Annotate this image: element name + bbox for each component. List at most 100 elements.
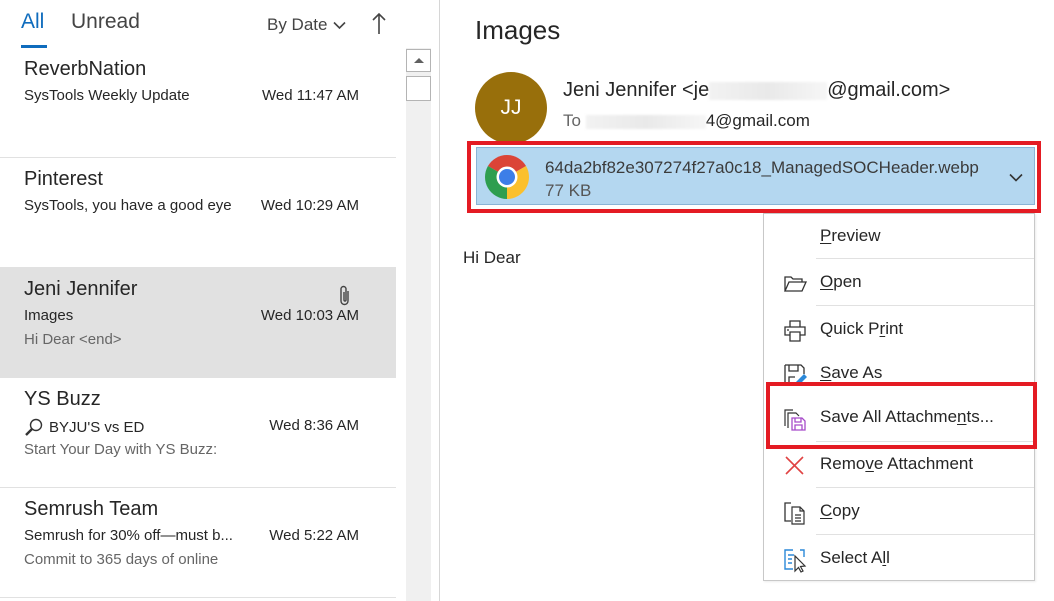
menu-label-part: review [831, 226, 881, 245]
to-label: To [563, 111, 581, 130]
message-subject: BYJU'S vs ED [24, 417, 144, 437]
recipient-domain[interactable]: 4@gmail.com [706, 111, 810, 130]
message-time: Wed 5:22 AM [269, 527, 359, 544]
redacted-text [709, 81, 828, 100]
menu-item-label: Save All Attachments... [820, 407, 994, 427]
menu-label-part: e Attachment [873, 454, 974, 473]
message-item[interactable]: ReverbNation SysTools Weekly Update Wed … [0, 48, 396, 158]
menu-label-part: ave As [831, 363, 883, 382]
menu-item-save-all-attachments[interactable]: Save All Attachments... [764, 395, 1034, 441]
sender-domain: @gmail.com> [827, 79, 951, 101]
arrow-up-icon[interactable] [371, 12, 387, 36]
message-subject-text: BYJU'S vs ED [49, 418, 145, 436]
tab-unread[interactable]: Unread [71, 10, 140, 34]
paperclip-icon [340, 285, 349, 306]
menu-label-part: int [885, 319, 904, 338]
sender-avatar[interactable]: JJ [475, 72, 547, 144]
sender-address[interactable]: Jeni Jennifer <je @gmail.com> [563, 79, 950, 102]
message-list-pane: All Unread By Date ReverbNation SysTools… [0, 0, 405, 601]
scroll-thumb[interactable] [406, 76, 431, 101]
menu-item-label: Select All [820, 548, 890, 568]
menu-label-part: n [957, 407, 967, 426]
message-list-scrollbar[interactable] [406, 48, 431, 601]
menu-separator [816, 258, 1034, 259]
chevron-down-icon [333, 21, 347, 29]
sort-label: By Date [267, 15, 328, 34]
attachment-card[interactable]: 64da2bf82e307274f27a0c18_ManagedSOCHeade… [476, 147, 1035, 205]
menu-item-remove-attachment[interactable]: Remove Attachment [764, 442, 1034, 488]
message-item[interactable]: Semrush Team Semrush for 30% off—must b.… [0, 488, 396, 598]
sender-name: Jeni Jennifer <je [563, 79, 710, 101]
message-sender: ReverbNation [24, 58, 147, 80]
menu-label-part: v [865, 454, 874, 473]
save-all-icon [784, 409, 806, 431]
message-sender: Jeni Jennifer [24, 278, 138, 300]
chrome-icon [485, 155, 529, 199]
chevron-down-icon[interactable] [1009, 173, 1023, 182]
menu-item-copy[interactable]: Copy [764, 489, 1034, 535]
message-subject-text: Images [24, 307, 74, 324]
menu-label-part: pen [833, 272, 862, 291]
menu-item-preview[interactable]: Preview [764, 214, 1034, 260]
menu-item-label: Preview [820, 226, 880, 246]
menu-item-label: Copy [820, 501, 860, 521]
email-subject: Images [475, 15, 561, 45]
menu-item-label: Remove Attachment [820, 454, 973, 474]
attachment-size: 77 KB [545, 181, 592, 200]
menu-label-part: O [820, 272, 834, 291]
menu-label-part: P [820, 226, 832, 245]
select-all-icon [784, 549, 807, 573]
message-preview: Commit to 365 days of online [24, 551, 219, 568]
message-preview: Start Your Day with YS Buzz: [24, 441, 218, 458]
remove-icon [785, 456, 804, 475]
menu-separator [816, 534, 1034, 535]
menu-label-part: S [820, 363, 832, 382]
menu-item-label: Open [820, 272, 862, 292]
copy-icon [784, 502, 805, 525]
menu-separator [816, 305, 1034, 306]
email-body: Hi Dear [463, 248, 521, 267]
message-item[interactable]: YS Buzz BYJU'S vs ED Wed 8:36 AM Start Y… [0, 378, 396, 488]
filter-bar: All Unread By Date [0, 0, 405, 50]
menu-item-quick-print[interactable]: Quick Print [764, 307, 1034, 353]
message-subject: SysTools, you have a good eye [24, 197, 232, 214]
message-preview: Hi Dear <end> [24, 331, 122, 348]
message-sender: Pinterest [24, 168, 103, 190]
recipient-line: To 4@gmail.com [563, 111, 810, 131]
message-item[interactable]: Pinterest SysTools, you have a good eye … [0, 158, 396, 268]
message-time: Wed 10:03 AM [260, 307, 359, 324]
message-subject-text: SysTools, you have a good eye [24, 197, 232, 214]
tab-all[interactable]: All [21, 10, 44, 34]
menu-item-select-all[interactable]: Select All [764, 536, 1034, 582]
sort-by-date-button[interactable]: By Date [267, 15, 347, 35]
redacted-text [585, 114, 706, 129]
menu-label-part: l [886, 548, 890, 567]
message-subject: SysTools Weekly Update [24, 87, 190, 104]
menu-label-part: ts... [966, 407, 994, 426]
menu-label-part: Remo [820, 454, 866, 473]
attachment-context-menu: Preview Open Quick Print Save As Save Al… [763, 213, 1035, 581]
magnifier-icon [25, 418, 43, 436]
message-time: Wed 8:36 AM [269, 417, 359, 434]
message-item-selected[interactable]: Jeni Jennifer Images Wed 10:03 AM Hi Dea… [0, 268, 396, 378]
menu-item-open[interactable]: Open [764, 260, 1034, 306]
printer-icon [784, 320, 806, 342]
menu-item-save-as[interactable]: Save As [764, 351, 1034, 397]
message-time: Wed 11:47 AM [261, 87, 359, 104]
attachment-filename: 64da2bf82e307274f27a0c18_ManagedSOCHeade… [545, 158, 979, 177]
menu-item-label: Save As [820, 363, 882, 383]
menu-label-part: Quick P [820, 319, 880, 338]
message-subject-text: Semrush for 30% off—must b... [24, 527, 233, 544]
message-subject: Images [24, 307, 73, 324]
menu-label-part: Save All Attachme [820, 407, 958, 426]
message-time: Wed 10:29 AM [260, 197, 359, 214]
message-subject-text: SysTools Weekly Update [24, 87, 190, 104]
menu-separator [816, 487, 1034, 488]
menu-item-label: Quick Print [820, 319, 903, 339]
menu-label-part: opy [832, 501, 860, 520]
menu-label-part: Select A [820, 548, 883, 567]
save-as-icon [784, 364, 807, 386]
message-sender: YS Buzz [24, 388, 101, 410]
scroll-up-button[interactable] [406, 49, 431, 72]
folder-open-icon [783, 276, 808, 292]
